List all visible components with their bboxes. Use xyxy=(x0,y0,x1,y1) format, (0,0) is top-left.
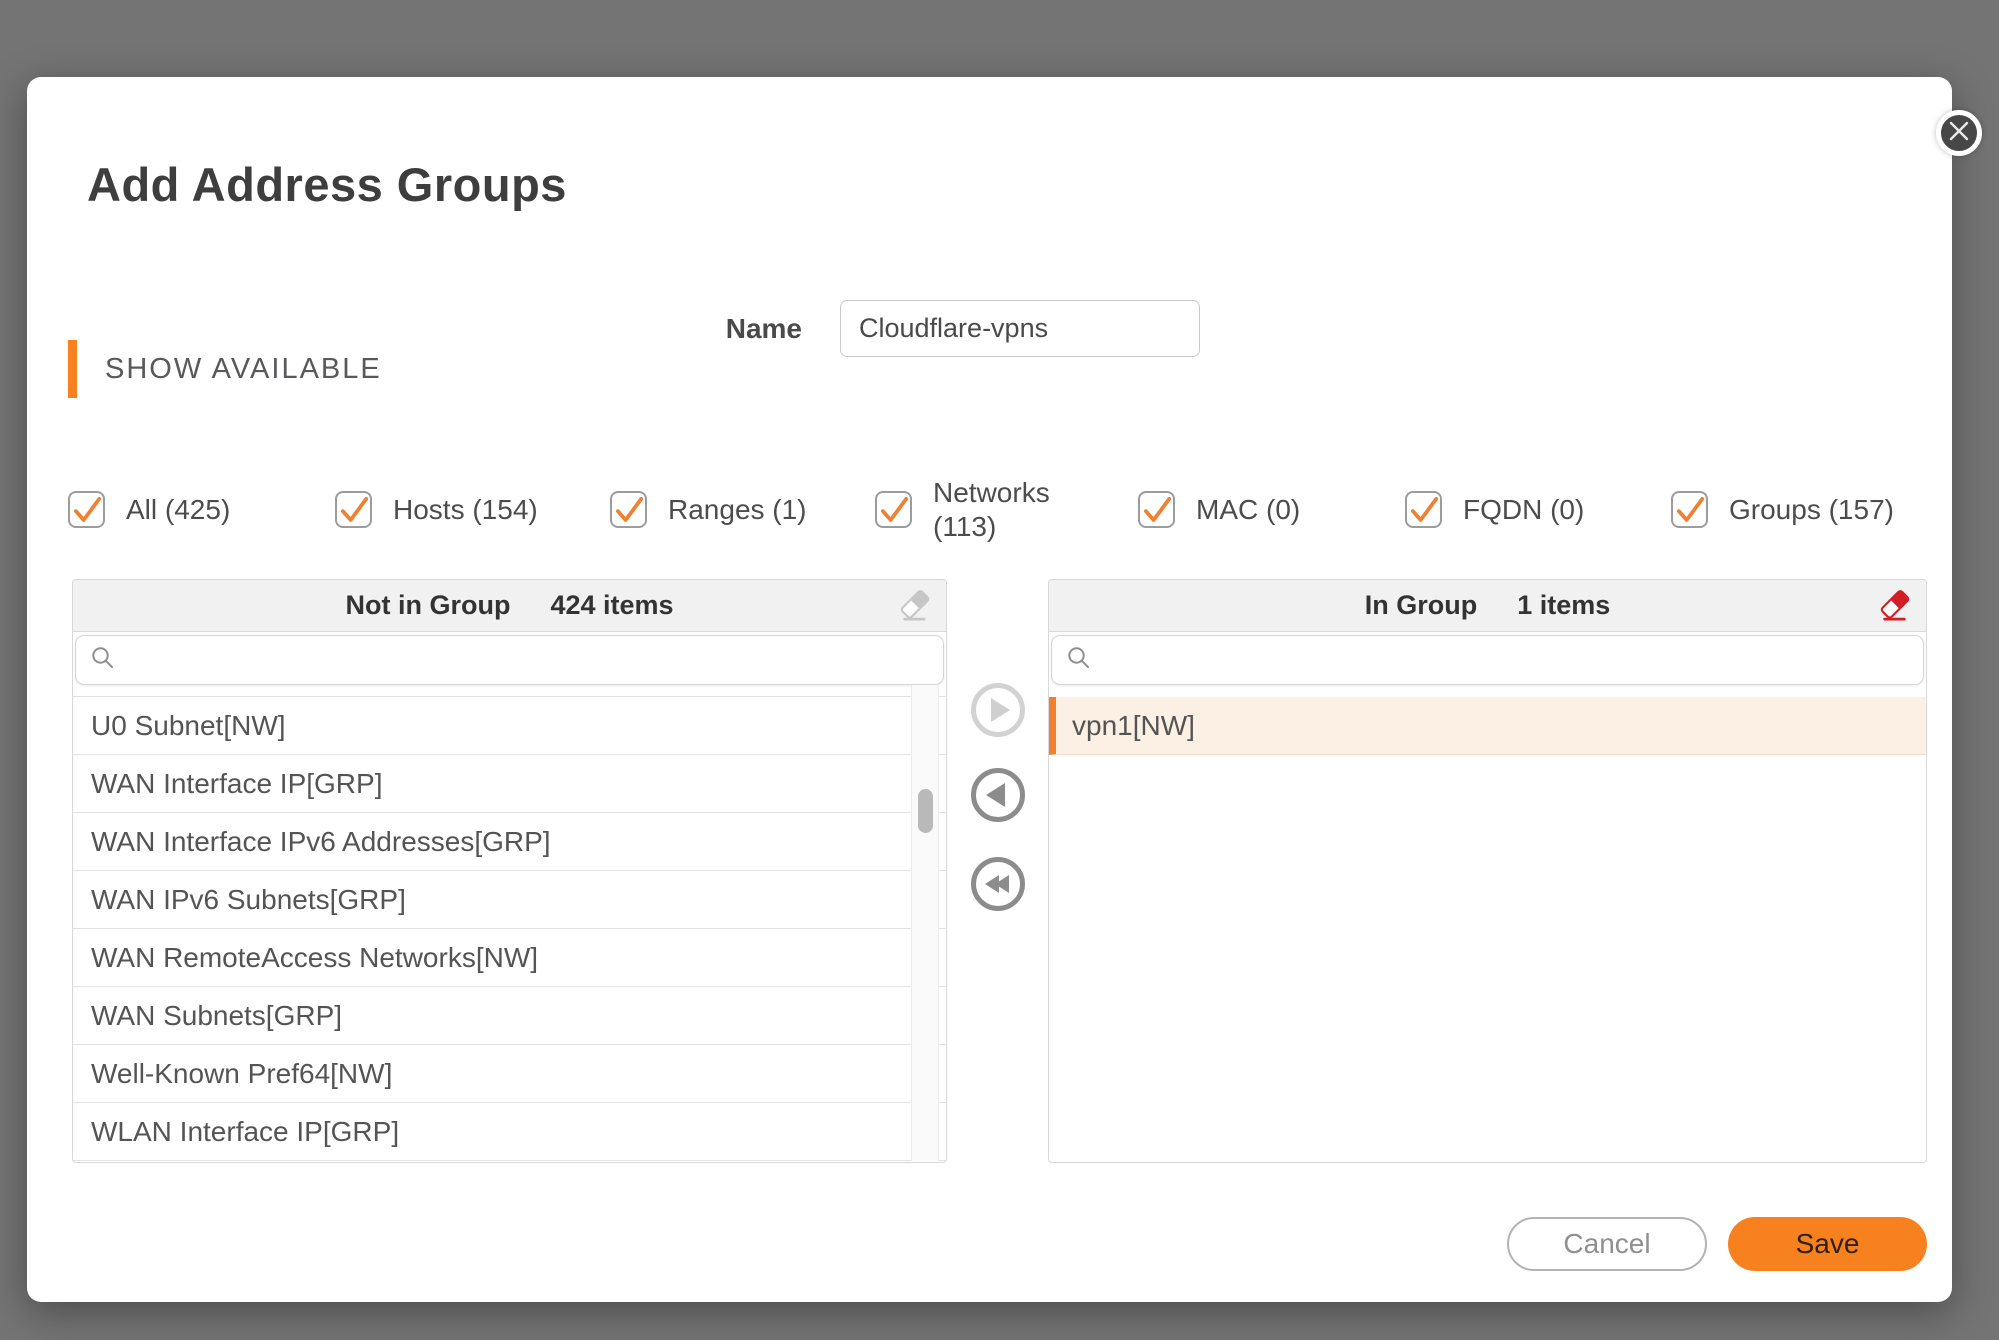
name-label: Name xyxy=(710,300,802,357)
close-icon xyxy=(1946,118,1972,149)
not-in-group-panel: Not in Group 424 items xyxy=(72,579,947,1163)
cancel-button[interactable]: Cancel xyxy=(1507,1217,1707,1271)
scrollbar-thumb[interactable] xyxy=(918,789,933,833)
checkbox-checked-icon[interactable] xyxy=(1671,491,1708,528)
double-arrow-left-icon xyxy=(987,875,1007,893)
not-in-group-search xyxy=(75,635,944,685)
list-item[interactable]: WAN RemoteAccess Networks[NW] xyxy=(73,929,946,987)
list-item-label: vpn1[NW] xyxy=(1072,710,1195,742)
list-item[interactable]: WLAN Interface IP[GRP] xyxy=(73,1103,946,1161)
filter-label: Groups (157) xyxy=(1729,494,1894,526)
save-button[interactable]: Save xyxy=(1728,1217,1927,1271)
filter-checkbox-item[interactable]: Groups (157) xyxy=(1671,462,1894,557)
in-group-header: In Group 1 items xyxy=(1049,580,1926,632)
filter-label: All (425) xyxy=(126,494,230,526)
list-item-label: U0 Subnet[NW] xyxy=(91,710,286,742)
search-input[interactable] xyxy=(1102,636,1923,684)
panel-item-count: 1 items xyxy=(1517,590,1610,621)
list-item-label: WLAN Interface IP[GRP] xyxy=(91,1116,399,1148)
name-input[interactable] xyxy=(840,300,1200,357)
eraser-icon xyxy=(1878,611,1912,626)
list-item[interactable]: WAN IPv6 Subnets[GRP] xyxy=(73,871,946,929)
checkbox-checked-icon[interactable] xyxy=(1405,491,1442,528)
move-right-button[interactable] xyxy=(971,683,1025,737)
in-group-search xyxy=(1051,635,1924,685)
filter-checkbox-item[interactable]: All (425) xyxy=(68,462,230,557)
dialog-title: Add Address Groups xyxy=(87,157,567,212)
eraser-icon xyxy=(898,611,932,626)
move-all-left-button[interactable] xyxy=(971,857,1025,911)
panel-item-count: 424 items xyxy=(550,590,673,621)
filter-checkbox-item[interactable]: Hosts (154) xyxy=(335,462,538,557)
arrow-left-icon xyxy=(986,783,1005,807)
filter-checkbox-item[interactable]: MAC (0) xyxy=(1138,462,1300,557)
filter-label: MAC (0) xyxy=(1196,494,1300,526)
filter-checkbox-item[interactable]: Ranges (1) xyxy=(610,462,807,557)
list-item[interactable]: vpn1[NW] xyxy=(1049,697,1926,755)
add-address-groups-dialog: Add Address Groups Name SHOW AVAILABLE A… xyxy=(27,77,1952,1302)
not-in-group-header: Not in Group 424 items xyxy=(73,580,946,632)
filter-row: All (425) Hosts (154) Ranges (1) Network… xyxy=(27,462,1952,557)
arrow-right-icon xyxy=(991,698,1010,722)
list-item[interactable]: U0 Subnet[NW] xyxy=(73,697,946,755)
panel-title: In Group xyxy=(1365,590,1477,621)
search-icon xyxy=(90,645,116,676)
in-group-list: vpn1[NW] xyxy=(1049,685,1926,1161)
search-input[interactable] xyxy=(126,636,943,684)
list-item[interactable]: WAN Interface IPv6 Addresses[GRP] xyxy=(73,813,946,871)
section-header: SHOW AVAILABLE xyxy=(105,340,382,398)
checkbox-checked-icon[interactable] xyxy=(1138,491,1175,528)
clear-selection-button[interactable] xyxy=(898,589,932,623)
close-button[interactable] xyxy=(1936,110,1982,156)
list-item[interactable]: WAN Interface IP[GRP] xyxy=(73,755,946,813)
not-in-group-list: U0 Subnet[NW] WAN Interface IP[GRP] WAN … xyxy=(73,685,946,1161)
list-item-label: WAN Interface IPv6 Addresses[GRP] xyxy=(91,826,551,858)
list-item-label: WAN RemoteAccess Networks[NW] xyxy=(91,942,538,974)
checkbox-checked-icon[interactable] xyxy=(68,491,105,528)
checkbox-checked-icon[interactable] xyxy=(335,491,372,528)
filter-label: Hosts (154) xyxy=(393,494,538,526)
section-accent-bar xyxy=(68,340,77,398)
move-left-button[interactable] xyxy=(971,768,1025,822)
checkbox-checked-icon[interactable] xyxy=(610,491,647,528)
list-item-label: WAN IPv6 Subnets[GRP] xyxy=(91,884,406,916)
list-item[interactable]: WAN Subnets[GRP] xyxy=(73,987,946,1045)
in-group-panel: In Group 1 items xyxy=(1048,579,1927,1163)
filter-label: Ranges (1) xyxy=(668,494,807,526)
scrolled-row-sliver xyxy=(73,685,946,697)
list-item-label: WAN Interface IP[GRP] xyxy=(91,768,382,800)
filter-checkbox-item[interactable]: Networks (113) xyxy=(875,462,1061,557)
filter-checkbox-item[interactable]: FQDN (0) xyxy=(1405,462,1584,557)
list-top-spacer xyxy=(1049,685,1926,697)
filter-label: FQDN (0) xyxy=(1463,494,1584,526)
list-item-label: Well-Known Pref64[NW] xyxy=(91,1058,392,1090)
search-icon xyxy=(1066,645,1092,676)
list-item[interactable]: Well-Known Pref64[NW] xyxy=(73,1045,946,1103)
filter-label: Networks (113) xyxy=(933,476,1061,542)
panel-title: Not in Group xyxy=(345,590,510,621)
clear-group-button[interactable] xyxy=(1878,589,1912,623)
checkbox-checked-icon[interactable] xyxy=(875,491,912,528)
scrollbar-track[interactable] xyxy=(911,685,939,1161)
list-item-label: WAN Subnets[GRP] xyxy=(91,1000,342,1032)
